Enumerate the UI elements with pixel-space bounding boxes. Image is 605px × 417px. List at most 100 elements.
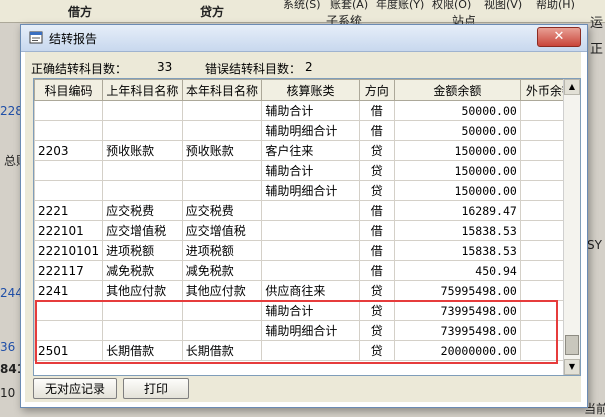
cell-direction: 贷 [358,140,395,161]
table-header-row: 科目编码 上年科目名称 本年科目名称 核算账类 方向 金额余额 外币余额 [34,79,580,101]
cell-curr-name [181,180,263,201]
table-row[interactable]: 2221 应交税费 应交税费借 16289.47 [34,200,580,221]
cell-accounting-type: 辅助合计 [261,300,360,321]
col-header-curr-name[interactable]: 本年科目名称 [181,79,263,101]
cell-prev-name: 应交增值税 [102,220,183,241]
no-match-records-button[interactable]: 无对应记录 [33,378,117,399]
cell-direction: 贷 [358,160,395,181]
bg-menu-year[interactable]: 年度账(Y) [376,0,424,12]
cell-code: 22210101 [34,240,104,261]
cell-curr-name: 减免税款 [181,260,263,281]
table-row[interactable]: 辅助合计贷 150000.00 [34,160,580,181]
cell-balance: 450.94 [393,260,521,281]
table-row[interactable]: 222101 应交增值税 应交增值税借 15838.53 [34,220,580,241]
bg-menu-permission[interactable]: 权限(O) [432,0,471,12]
cell-curr-name [181,300,263,321]
cell-prev-name [102,120,183,141]
cell-prev-name [102,160,183,181]
cell-direction: 借 [358,240,395,261]
error-count-value: 2 [305,60,313,74]
col-header-accounting-type[interactable]: 核算账类 [261,79,360,101]
cell-code [34,320,104,341]
cell-prev-name [102,180,183,201]
carryover-report-dialog: 结转报告 ✕ 正确结转科目数： 33 错误结转科目数： 2 科目编码 上年科目名… [20,24,588,408]
scroll-down-arrow-icon[interactable]: ▼ [564,359,580,375]
cell-code: 2241 [34,280,104,301]
cell-accounting-type: 辅助明细合计 [261,320,360,341]
cell-accounting-type: 供应商往来 [261,280,360,301]
bg-menu-system[interactable]: 系统(S) [283,0,321,12]
bg-right-char-2: 正 [590,42,604,57]
cell-code: 2203 [34,140,104,161]
cell-accounting-type [261,240,360,261]
report-grid[interactable]: 科目编码 上年科目名称 本年科目名称 核算账类 方向 金额余额 外币余额 辅助合… [33,78,581,376]
cell-direction: 贷 [358,320,395,341]
table-row[interactable]: 辅助明细合计贷 73995498.00 [34,320,580,341]
cell-curr-name [181,120,263,141]
cell-code: 2501 [34,340,104,361]
cell-direction: 贷 [358,280,395,301]
cell-accounting-type: 客户往来 [261,140,360,161]
col-header-prev-name[interactable]: 上年科目名称 [102,79,183,101]
bg-menu-account[interactable]: 账套(A) [330,0,368,12]
cell-curr-name [181,320,263,341]
cell-accounting-type: 辅助明细合计 [261,180,360,201]
table-row[interactable]: 22210101 进项税额 进项税额借 15838.53 [34,240,580,261]
cell-direction: 贷 [358,180,395,201]
dialog-title: 结转报告 [49,32,98,46]
table-row[interactable]: 222117 减免税款 减免税款借 450.94 [34,260,580,281]
close-button[interactable]: ✕ [537,27,581,47]
col-header-direction[interactable]: 方向 [358,79,395,101]
vertical-scrollbar[interactable]: ▲ ▼ [563,79,580,375]
col-header-balance[interactable]: 金额余额 [393,79,521,101]
cell-accounting-type [261,200,360,221]
bg-menu-help[interactable]: 帮助(H) [536,0,575,12]
cell-curr-name: 预收账款 [181,140,263,161]
cell-balance: 16289.47 [393,200,521,221]
cell-curr-name: 应交增值税 [181,220,263,241]
cell-curr-name [181,100,263,121]
correct-count-value: 33 [157,60,173,74]
scroll-up-arrow-icon[interactable]: ▲ [564,79,580,95]
cell-code [34,180,104,201]
report-icon [29,31,43,44]
table-row[interactable]: 2203 预收账款 预收账款 客户往来贷 150000.00 [34,140,580,161]
bg-right-char-1: 运 [590,16,604,31]
table-row[interactable]: 辅助合计贷 73995498.00 [34,300,580,321]
cell-curr-name: 长期借款 [181,340,263,361]
correct-count-label: 正确结转科目数： [31,62,128,76]
table-row[interactable]: 辅助合计借 50000.00 [34,100,580,121]
cell-prev-name [102,100,183,121]
cell-code [34,300,104,321]
table-row[interactable]: 辅助明细合计借 50000.00 [34,120,580,141]
cell-direction: 贷 [358,300,395,321]
cell-curr-name [181,160,263,181]
dialog-content: 正确结转科目数： 33 错误结转科目数： 2 科目编码 上年科目名称 本年科目名… [25,52,581,402]
dialog-titlebar[interactable]: 结转报告 ✕ [21,25,587,52]
cell-prev-name: 进项税额 [102,240,183,261]
cell-accounting-type: 辅助合计 [261,100,360,121]
col-header-code[interactable]: 科目编码 [34,79,104,101]
print-button[interactable]: 打印 [123,378,189,399]
table-row[interactable]: 2241 其他应付款 其他应付款 供应商往来贷 75995498.00 [34,280,580,301]
cell-direction: 借 [358,100,395,121]
cell-accounting-type [261,260,360,281]
cell-curr-name: 其他应付款 [181,280,263,301]
cell-accounting-type [261,220,360,241]
scroll-thumb[interactable] [565,335,579,355]
cell-direction: 借 [358,120,395,141]
table-row[interactable]: 2501 长期借款 长期借款贷 20000000.00 [34,340,580,361]
cell-direction: 借 [358,220,395,241]
bg-header-credit: 贷方 [200,5,225,19]
bg-header-debit: 借方 [68,5,93,19]
cell-balance: 150000.00 [393,180,521,201]
bg-menu-view[interactable]: 视图(V) [484,0,522,12]
cell-prev-name: 预收账款 [102,140,183,161]
cell-direction: 借 [358,260,395,281]
cell-curr-name: 应交税费 [181,200,263,221]
cell-accounting-type: 辅助明细合计 [261,120,360,141]
cell-prev-name [102,320,183,341]
bg-side-num-5: 10 [0,386,16,400]
cell-balance: 150000.00 [393,140,521,161]
table-row[interactable]: 辅助明细合计贷 150000.00 [34,180,580,201]
